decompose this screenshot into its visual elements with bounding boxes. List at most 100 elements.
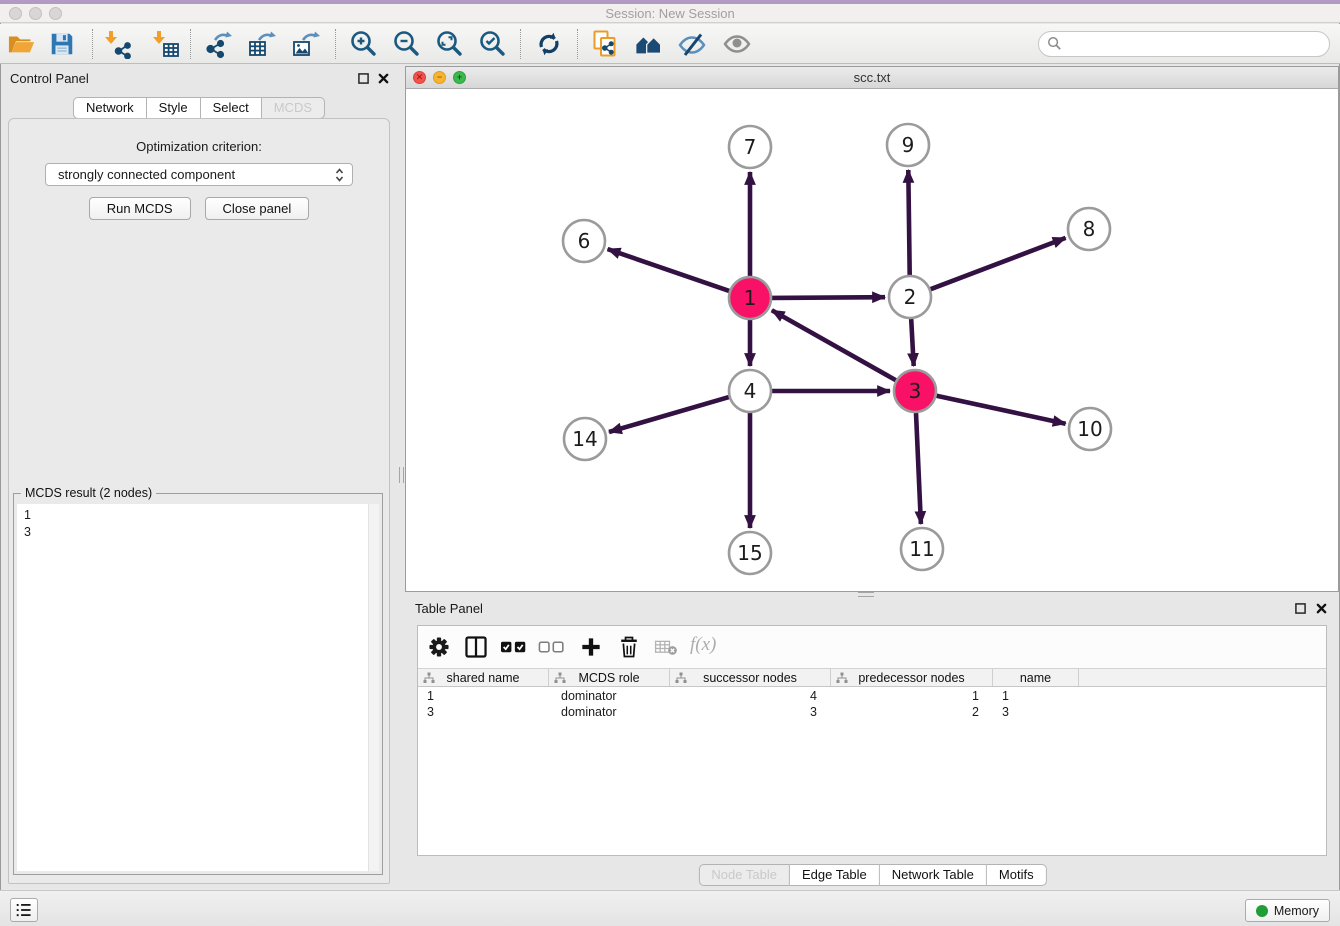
graph-node-label: 15 xyxy=(737,541,762,565)
panel-splitter-grip[interactable] xyxy=(399,467,404,483)
apply-layout-button[interactable] xyxy=(532,28,566,60)
network-window-titlebar: ✕ − + scc.txt xyxy=(406,67,1338,89)
tab-select[interactable]: Select xyxy=(201,97,262,119)
table-cell[interactable]: 1 xyxy=(993,688,1079,704)
tab-mcds[interactable]: MCDS xyxy=(262,97,325,119)
table-cell[interactable]: 2 xyxy=(831,704,993,720)
houses-icon xyxy=(633,30,665,58)
add-column-button[interactable] xyxy=(575,632,607,662)
memory-button[interactable]: Memory xyxy=(1245,899,1330,922)
run-mcds-button[interactable]: Run MCDS xyxy=(89,197,191,220)
network-canvas[interactable]: 7968124314101511 xyxy=(406,89,1338,591)
save-session-button[interactable] xyxy=(45,28,79,60)
table-cell[interactable]: 1 xyxy=(831,688,993,704)
criterion-select[interactable]: strongly connected component xyxy=(45,163,353,186)
first-neighbors-button[interactable] xyxy=(632,28,666,60)
optimization-criterion-label: Optimization criterion: xyxy=(9,139,389,154)
column-header-predecessor-nodes[interactable]: predecessor nodes xyxy=(831,669,993,686)
graph-edge-2-8[interactable] xyxy=(931,238,1066,289)
open-session-button[interactable] xyxy=(5,28,39,60)
graph-node-label: 2 xyxy=(904,285,917,309)
zoom-out-button[interactable] xyxy=(389,28,423,60)
graph-node-label: 8 xyxy=(1083,217,1096,241)
table-panel-tabs: Node Table Edge Table Network Table Moti… xyxy=(698,864,1046,886)
mcds-result-text[interactable]: 1 3 xyxy=(17,504,379,871)
graph-edge-3-10[interactable] xyxy=(937,396,1066,424)
select-all-button[interactable] xyxy=(498,632,530,662)
delete-table-button[interactable] xyxy=(650,632,682,662)
memory-label: Memory xyxy=(1274,904,1319,918)
status-bar: Memory xyxy=(0,890,1340,926)
graph-edge-2-3[interactable] xyxy=(911,319,914,366)
graph-edge-1-2[interactable] xyxy=(772,297,885,298)
tab-style[interactable]: Style xyxy=(147,97,201,119)
result-scrollbar[interactable] xyxy=(368,504,379,871)
graph-edge-3-1[interactable] xyxy=(772,310,896,380)
import-table-button[interactable] xyxy=(149,28,183,60)
tab-edge-table[interactable]: Edge Table xyxy=(790,864,880,886)
export-network-button[interactable] xyxy=(201,28,235,60)
column-header-mcds-role[interactable]: MCDS role xyxy=(549,669,670,686)
float-panel-icon[interactable] xyxy=(358,72,369,87)
graph-node-label: 10 xyxy=(1077,417,1102,441)
search-input[interactable] xyxy=(1038,31,1330,57)
export-table-button[interactable] xyxy=(245,28,279,60)
graph-node-label: 9 xyxy=(902,133,915,157)
column-header-successor-nodes[interactable]: successor nodes xyxy=(670,669,831,686)
control-panel: Control Panel Network Style Select MCDS … xyxy=(0,64,398,890)
table-cell[interactable]: 3 xyxy=(670,704,831,720)
tab-network[interactable]: Network xyxy=(73,97,147,119)
result-line: 3 xyxy=(17,524,379,541)
graph-edge-2-9[interactable] xyxy=(908,170,909,275)
memory-status-dot xyxy=(1256,905,1268,917)
tab-motifs[interactable]: Motifs xyxy=(987,864,1047,886)
hide-selected-button[interactable] xyxy=(675,28,709,60)
mcds-buttons: Run MCDS Close panel xyxy=(9,197,389,220)
table-cell[interactable]: 3 xyxy=(993,704,1079,720)
table-cell[interactable]: dominator xyxy=(549,688,670,704)
table-cell[interactable]: 1 xyxy=(418,688,549,704)
tab-network-table[interactable]: Network Table xyxy=(880,864,987,886)
show-all-button[interactable] xyxy=(720,28,754,60)
graph-node-label: 3 xyxy=(909,379,922,403)
toolbar-separator xyxy=(190,29,191,59)
table-cell[interactable]: dominator xyxy=(549,704,670,720)
graph-edge-1-6[interactable] xyxy=(608,249,730,291)
duplicate-network-button[interactable] xyxy=(588,28,622,60)
deselect-all-button[interactable] xyxy=(536,632,568,662)
zoom-fit-icon xyxy=(434,29,464,59)
graph-edge-4-14[interactable] xyxy=(609,397,729,432)
column-header-name[interactable]: name xyxy=(993,669,1079,686)
control-panel-title: Control Panel xyxy=(10,71,89,86)
toolbar-separator xyxy=(335,29,336,59)
column-view-button[interactable] xyxy=(460,632,492,662)
zoom-selected-icon xyxy=(477,29,507,59)
plus-icon xyxy=(578,634,604,660)
zoom-in-button[interactable] xyxy=(346,28,380,60)
zoom-selected-button[interactable] xyxy=(475,28,509,60)
tree-icon xyxy=(423,672,435,684)
float-table-panel-icon[interactable] xyxy=(1295,602,1306,617)
table-row[interactable]: 1 dominator 4 1 1 xyxy=(418,688,1326,704)
table-row[interactable]: 3 dominator 3 2 3 xyxy=(418,704,1326,720)
tree-icon xyxy=(836,672,848,684)
columns-icon xyxy=(463,634,489,660)
task-history-button[interactable] xyxy=(10,898,38,922)
table-cell[interactable]: 4 xyxy=(670,688,831,704)
import-network-button[interactable] xyxy=(101,28,135,60)
main-toolbar xyxy=(0,24,1340,64)
zoom-fit-button[interactable] xyxy=(432,28,466,60)
function-builder-icon[interactable]: f(x) xyxy=(690,634,716,656)
unchecked-boxes-icon xyxy=(537,634,567,660)
delete-column-button[interactable] xyxy=(613,632,645,662)
close-panel-button[interactable]: Close panel xyxy=(205,197,310,220)
table-settings-button[interactable] xyxy=(423,632,455,662)
close-panel-icon[interactable] xyxy=(378,72,389,87)
export-image-button[interactable] xyxy=(289,28,323,60)
column-header-filler xyxy=(1079,669,1326,686)
graph-edge-3-11[interactable] xyxy=(916,413,921,524)
column-header-shared-name[interactable]: shared name xyxy=(418,669,549,686)
close-table-panel-icon[interactable] xyxy=(1316,602,1327,617)
tab-node-table[interactable]: Node Table xyxy=(698,864,790,886)
table-cell[interactable]: 3 xyxy=(418,704,549,720)
